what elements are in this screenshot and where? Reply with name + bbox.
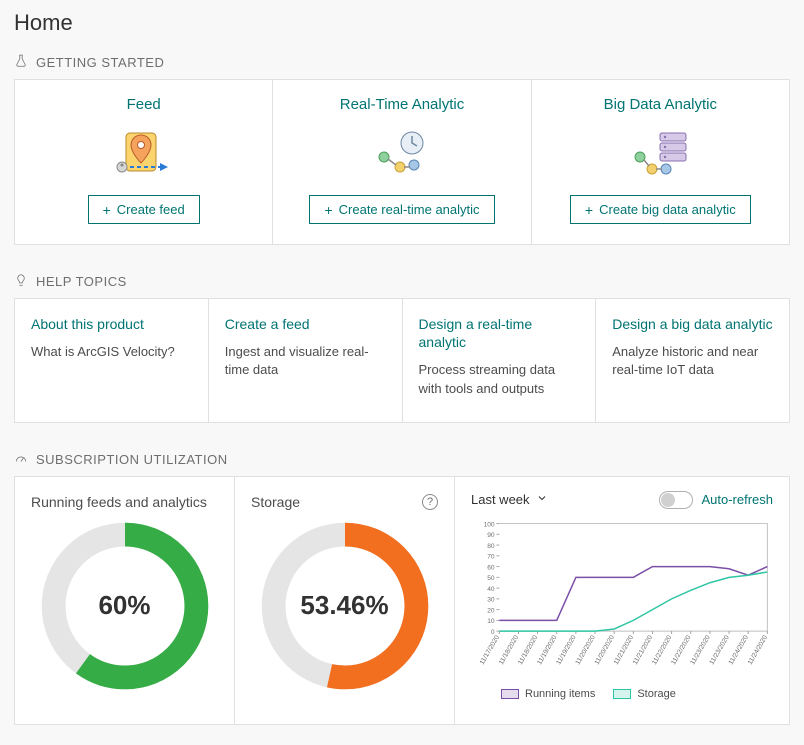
help-card-desc: Process streaming data with tools and ou… [419,361,580,397]
svg-text:10: 10 [487,618,495,625]
svg-text:50: 50 [487,575,495,582]
realtime-icon [283,123,520,183]
svg-text:40: 40 [487,586,495,593]
gauge-title: Running feeds and analytics [31,494,207,510]
help-card-title: About this product [31,315,192,333]
subscription-cards: Running feeds and analytics 60% Storage … [14,476,790,725]
gauge-card-storage: Storage ? 53.46% [235,477,455,724]
gauge-value: 53.46% [260,521,430,691]
help-card-bigdata[interactable]: Design a big data analytic Analyze histo… [596,299,789,422]
section-label: HELP TOPICS [36,274,127,289]
help-card-desc: Analyze historic and near real-time IoT … [612,343,773,379]
button-label: Create feed [117,202,185,217]
bigdata-icon [542,123,779,183]
svg-text:70: 70 [487,553,495,560]
auto-refresh-toggle[interactable] [659,491,693,509]
getting-started-cards: Feed + Create feed Real-Time Analytic [14,79,790,245]
gauge-running: 60% [40,521,210,691]
svg-text:100: 100 [484,521,495,528]
legend-item: Running items [501,688,595,700]
help-card-feed[interactable]: Create a feed Ingest and visualize real-… [209,299,403,422]
svg-text:20: 20 [487,607,495,614]
help-card-desc: Ingest and visualize real-time data [225,343,386,379]
svg-text:30: 30 [487,596,495,603]
gs-card-title: Big Data Analytic [542,96,779,113]
gauge-storage: 53.46% [260,521,430,691]
page-title: Home [14,10,790,36]
gauge-title: Storage [251,494,300,510]
plus-icon: + [103,203,111,217]
help-icon[interactable]: ? [422,494,438,510]
create-feed-button[interactable]: + Create feed [88,195,200,224]
svg-text:80: 80 [487,543,495,550]
utilization-chart: 010203040506070809010011/17/202011/18/20… [471,515,773,685]
gs-card-title: Real-Time Analytic [283,96,520,113]
plus-icon: + [585,203,593,217]
lightbulb-icon [14,273,28,290]
svg-text:11/24/2020: 11/24/2020 [747,634,769,666]
help-topics-header: HELP TOPICS [14,273,790,290]
gauge-card-running: Running feeds and analytics 60% [15,477,235,724]
create-bigdata-button[interactable]: + Create big data analytic [570,195,751,224]
getting-started-header: GETTING STARTED [14,54,790,71]
subscription-header: SUBSCRIPTION UTILIZATION [14,451,790,468]
help-card-realtime[interactable]: Design a real-time analytic Process stre… [403,299,597,422]
svg-text:90: 90 [487,532,495,539]
gauge-icon [14,451,28,468]
feed-icon [25,123,262,183]
create-realtime-button[interactable]: + Create real-time analytic [309,195,494,224]
help-topics-cards: About this product What is ArcGIS Veloci… [14,298,790,423]
section-label: GETTING STARTED [36,55,164,70]
gs-card-title: Feed [25,96,262,113]
button-label: Create big data analytic [599,202,736,217]
help-card-title: Design a real-time analytic [419,315,580,351]
gs-card-realtime: Real-Time Analytic + Create real-time an… [273,80,531,244]
svg-text:60: 60 [487,564,495,571]
gs-card-bigdata: Big Data Analytic + Create big data anal… [532,80,789,244]
gs-card-feed: Feed + Create feed [15,80,273,244]
chart-legend: Running items Storage [471,688,773,700]
plus-icon: + [324,203,332,217]
flask-icon [14,54,28,71]
help-card-about[interactable]: About this product What is ArcGIS Veloci… [15,299,209,422]
section-label: SUBSCRIPTION UTILIZATION [36,452,228,467]
gauge-value: 60% [40,521,210,691]
auto-refresh-label: Auto-refresh [701,492,773,507]
chevron-down-icon [536,492,548,507]
button-label: Create real-time analytic [339,202,480,217]
dropdown-label: Last week [471,492,530,507]
help-card-desc: What is ArcGIS Velocity? [31,343,192,361]
legend-item: Storage [613,688,676,700]
chart-card: Last week Auto-refresh 01020304050607080… [455,477,789,724]
range-dropdown[interactable]: Last week [471,492,548,507]
help-card-title: Create a feed [225,315,386,333]
help-card-title: Design a big data analytic [612,315,773,333]
